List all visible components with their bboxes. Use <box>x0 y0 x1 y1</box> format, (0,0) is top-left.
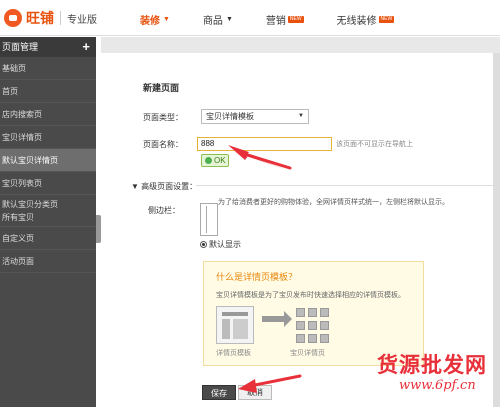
nav-item-decorate[interactable]: 装修 ▼ <box>140 12 170 27</box>
sidebar-item-search[interactable]: 店内搜索页 <box>0 103 96 126</box>
sidebar-item-category[interactable]: 默认宝贝分类页 所有宝贝 <box>0 195 96 227</box>
sidebar-title: 页面管理 <box>2 42 39 52</box>
page-type-label: 页面类型： <box>143 113 183 122</box>
edition-label: 专业版 <box>67 14 97 26</box>
logo-divider <box>60 11 61 25</box>
nav-item-products[interactable]: 商品 ▼ <box>203 12 233 27</box>
nav-item-label: 商品 <box>202 16 223 27</box>
divider <box>196 185 494 186</box>
nav-item-label: 营销 <box>265 16 286 27</box>
template-caption: 详情页模板 <box>216 350 251 357</box>
grid-icon <box>296 308 332 344</box>
page-name-input[interactable]: 888 <box>197 137 332 151</box>
ok-label: OK <box>214 156 226 165</box>
page-type-select[interactable]: 宝贝详情模板 ▼ <box>201 109 309 124</box>
nav-item-label: 装修 <box>140 16 160 27</box>
sidebar-item-label: 默认宝贝分类页 <box>2 200 58 209</box>
cancel-button[interactable]: 取消 <box>238 385 272 400</box>
advanced-settings-toggle[interactable]: ▼ 高级页面设置： <box>131 181 197 192</box>
sidebar-collapse-handle[interactable] <box>96 215 101 243</box>
chevron-down-icon: ▼ <box>163 16 170 23</box>
sidebar-header: 页面管理 + <box>0 37 96 57</box>
top-bar: 旺铺 专业版 装修 ▼ 商品 ▼ 营销 NEW 无线装修 NEW <box>0 0 500 36</box>
radio-label: 默认显示 <box>209 240 241 249</box>
logo-icon <box>4 9 22 27</box>
default-display-radio[interactable]: 默认显示 <box>200 239 241 250</box>
sidebar-layout-thumbnail[interactable] <box>200 203 218 236</box>
chevron-down-icon: ▼ <box>225 16 233 23</box>
nav-item-mobile-decorate[interactable]: 无线装修 NEW <box>337 12 395 27</box>
page-title: 新建页面 <box>143 83 180 93</box>
watermark-url: www.6pf.cn <box>399 378 476 393</box>
nav-item-label: 无线装修 <box>336 16 377 27</box>
new-badge: NEW <box>287 16 304 23</box>
sidebar-item-detail[interactable]: 宝贝详情页 <box>0 126 96 149</box>
main-nav: 装修 ▼ 商品 ▼ 营销 NEW 无线装修 NEW <box>140 12 427 27</box>
sidebar: 页面管理 + 基础页 首页 店内搜索页 宝贝详情页 默认宝贝详情页 宝贝列表页 … <box>0 37 96 407</box>
scrollbar[interactable] <box>493 53 500 407</box>
sidebar-item-activity[interactable]: 活动页面 <box>0 250 96 273</box>
page-name-label: 页面名称： <box>143 140 183 149</box>
sidebar-item-default-detail[interactable]: 默认宝贝详情页 <box>0 149 96 172</box>
watermark-title: 货源批发网 <box>377 352 487 377</box>
sidebar-setting-label: 侧边栏： <box>148 206 180 215</box>
logo[interactable]: 旺铺 专业版 <box>4 8 97 28</box>
template-icon <box>216 306 254 344</box>
page-name-hint: 该页面不可显示在导航上 <box>336 141 413 148</box>
nav-item-marketing[interactable]: 营销 NEW <box>266 12 304 27</box>
toolbar-strip <box>101 37 500 53</box>
sidebar-item-list[interactable]: 宝贝列表页 <box>0 172 96 195</box>
sidebar-item-home[interactable]: 首页 <box>0 80 96 103</box>
check-icon <box>205 157 212 164</box>
validation-ok-badge: OK <box>201 154 229 167</box>
dropdown-icon: ▼ <box>298 113 304 119</box>
logo-text: 旺铺 <box>26 10 54 26</box>
info-title: 什么是详情页模板？ <box>216 272 298 282</box>
advanced-settings-label: 高级页面设置： <box>141 182 198 191</box>
detail-page-caption: 宝贝详情页 <box>290 350 325 357</box>
add-page-icon[interactable]: + <box>82 37 90 57</box>
radio-icon <box>200 241 207 248</box>
arrow-right-icon <box>262 311 292 327</box>
sidebar-item-custom[interactable]: 自定义页 <box>0 227 96 250</box>
save-button[interactable]: 保存 <box>202 385 236 400</box>
info-desc: 宝贝详情模板是为了宝贝发布时快速选择相应的详情页模板。 <box>216 292 405 299</box>
new-badge: NEW <box>378 16 395 23</box>
sidebar-setting-desc: 为了给消费者更好的购物体验，全网详情页样式统一，左侧栏将默认显示。 <box>218 199 449 206</box>
sidebar-item-sublabel: 所有宝贝 <box>2 213 34 222</box>
sidebar-item-basic[interactable]: 基础页 <box>0 57 96 80</box>
page-type-value: 宝贝详情模板 <box>206 112 254 121</box>
